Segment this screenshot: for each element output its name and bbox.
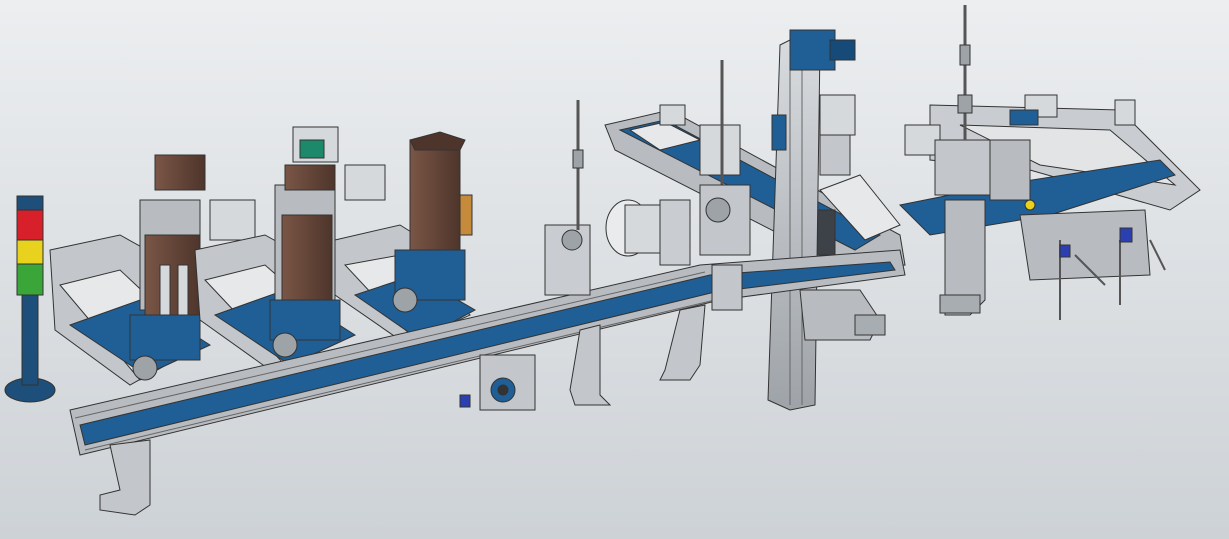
cad-scene — [0, 0, 1229, 539]
